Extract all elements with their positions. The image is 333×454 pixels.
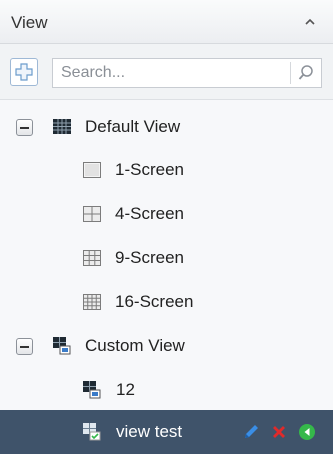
tree-item-label: 16-Screen <box>115 292 194 311</box>
panel-header[interactable]: View <box>0 0 333 44</box>
tree-group-label: Custom View <box>85 336 185 355</box>
custom-view-icon <box>82 380 102 400</box>
tree-item-12[interactable]: 12 <box>0 368 333 412</box>
default-view-icon <box>52 117 72 137</box>
chevron-up-icon[interactable] <box>301 10 319 32</box>
tree-group-label: Default View <box>85 117 181 136</box>
tree-item-label: 12 <box>116 380 135 399</box>
tree-item-4-screen[interactable]: 4-Screen <box>0 192 333 236</box>
tree-item-label: 1-Screen <box>115 160 184 179</box>
add-view-button[interactable] <box>10 58 38 86</box>
view-tree: Default View 1-Screen 4-Screen 9-Screen … <box>0 100 333 454</box>
custom-view-group-icon <box>52 336 72 356</box>
tree-item-label: 4-Screen <box>115 204 184 223</box>
layout-9-icon <box>82 248 102 268</box>
edit-icon[interactable] <box>241 422 261 442</box>
layout-1-icon <box>82 160 102 180</box>
tree-item-label: 9-Screen <box>115 248 184 267</box>
tree-group-custom-view[interactable]: Custom View <box>0 324 333 368</box>
search-divider <box>290 62 291 84</box>
play-icon[interactable] <box>297 422 317 442</box>
collapse-toggle[interactable] <box>16 338 33 355</box>
delete-icon[interactable] <box>269 422 289 442</box>
tree-item-view-test[interactable]: view test <box>0 410 333 454</box>
custom-view-icon <box>82 422 102 442</box>
tree-item-16-screen[interactable]: 16-Screen <box>0 280 333 324</box>
layout-4-icon <box>82 204 102 224</box>
collapse-toggle[interactable] <box>16 119 33 136</box>
layout-16-icon <box>82 292 102 312</box>
tree-item-9-screen[interactable]: 9-Screen <box>0 236 333 280</box>
tree-item-1-screen[interactable]: 1-Screen <box>0 148 333 192</box>
tree-item-label: view test <box>116 422 183 441</box>
panel-title: View <box>11 13 48 32</box>
row-actions <box>235 422 319 442</box>
add-icon <box>15 63 33 81</box>
tree-group-default-view[interactable]: Default View <box>0 105 333 149</box>
search-input[interactable] <box>53 59 283 87</box>
search-field <box>52 58 322 88</box>
search-icon[interactable] <box>297 64 315 82</box>
view-panel: View Search... Default View 1-Screen 4-S… <box>0 0 333 454</box>
search-bar <box>0 44 333 100</box>
